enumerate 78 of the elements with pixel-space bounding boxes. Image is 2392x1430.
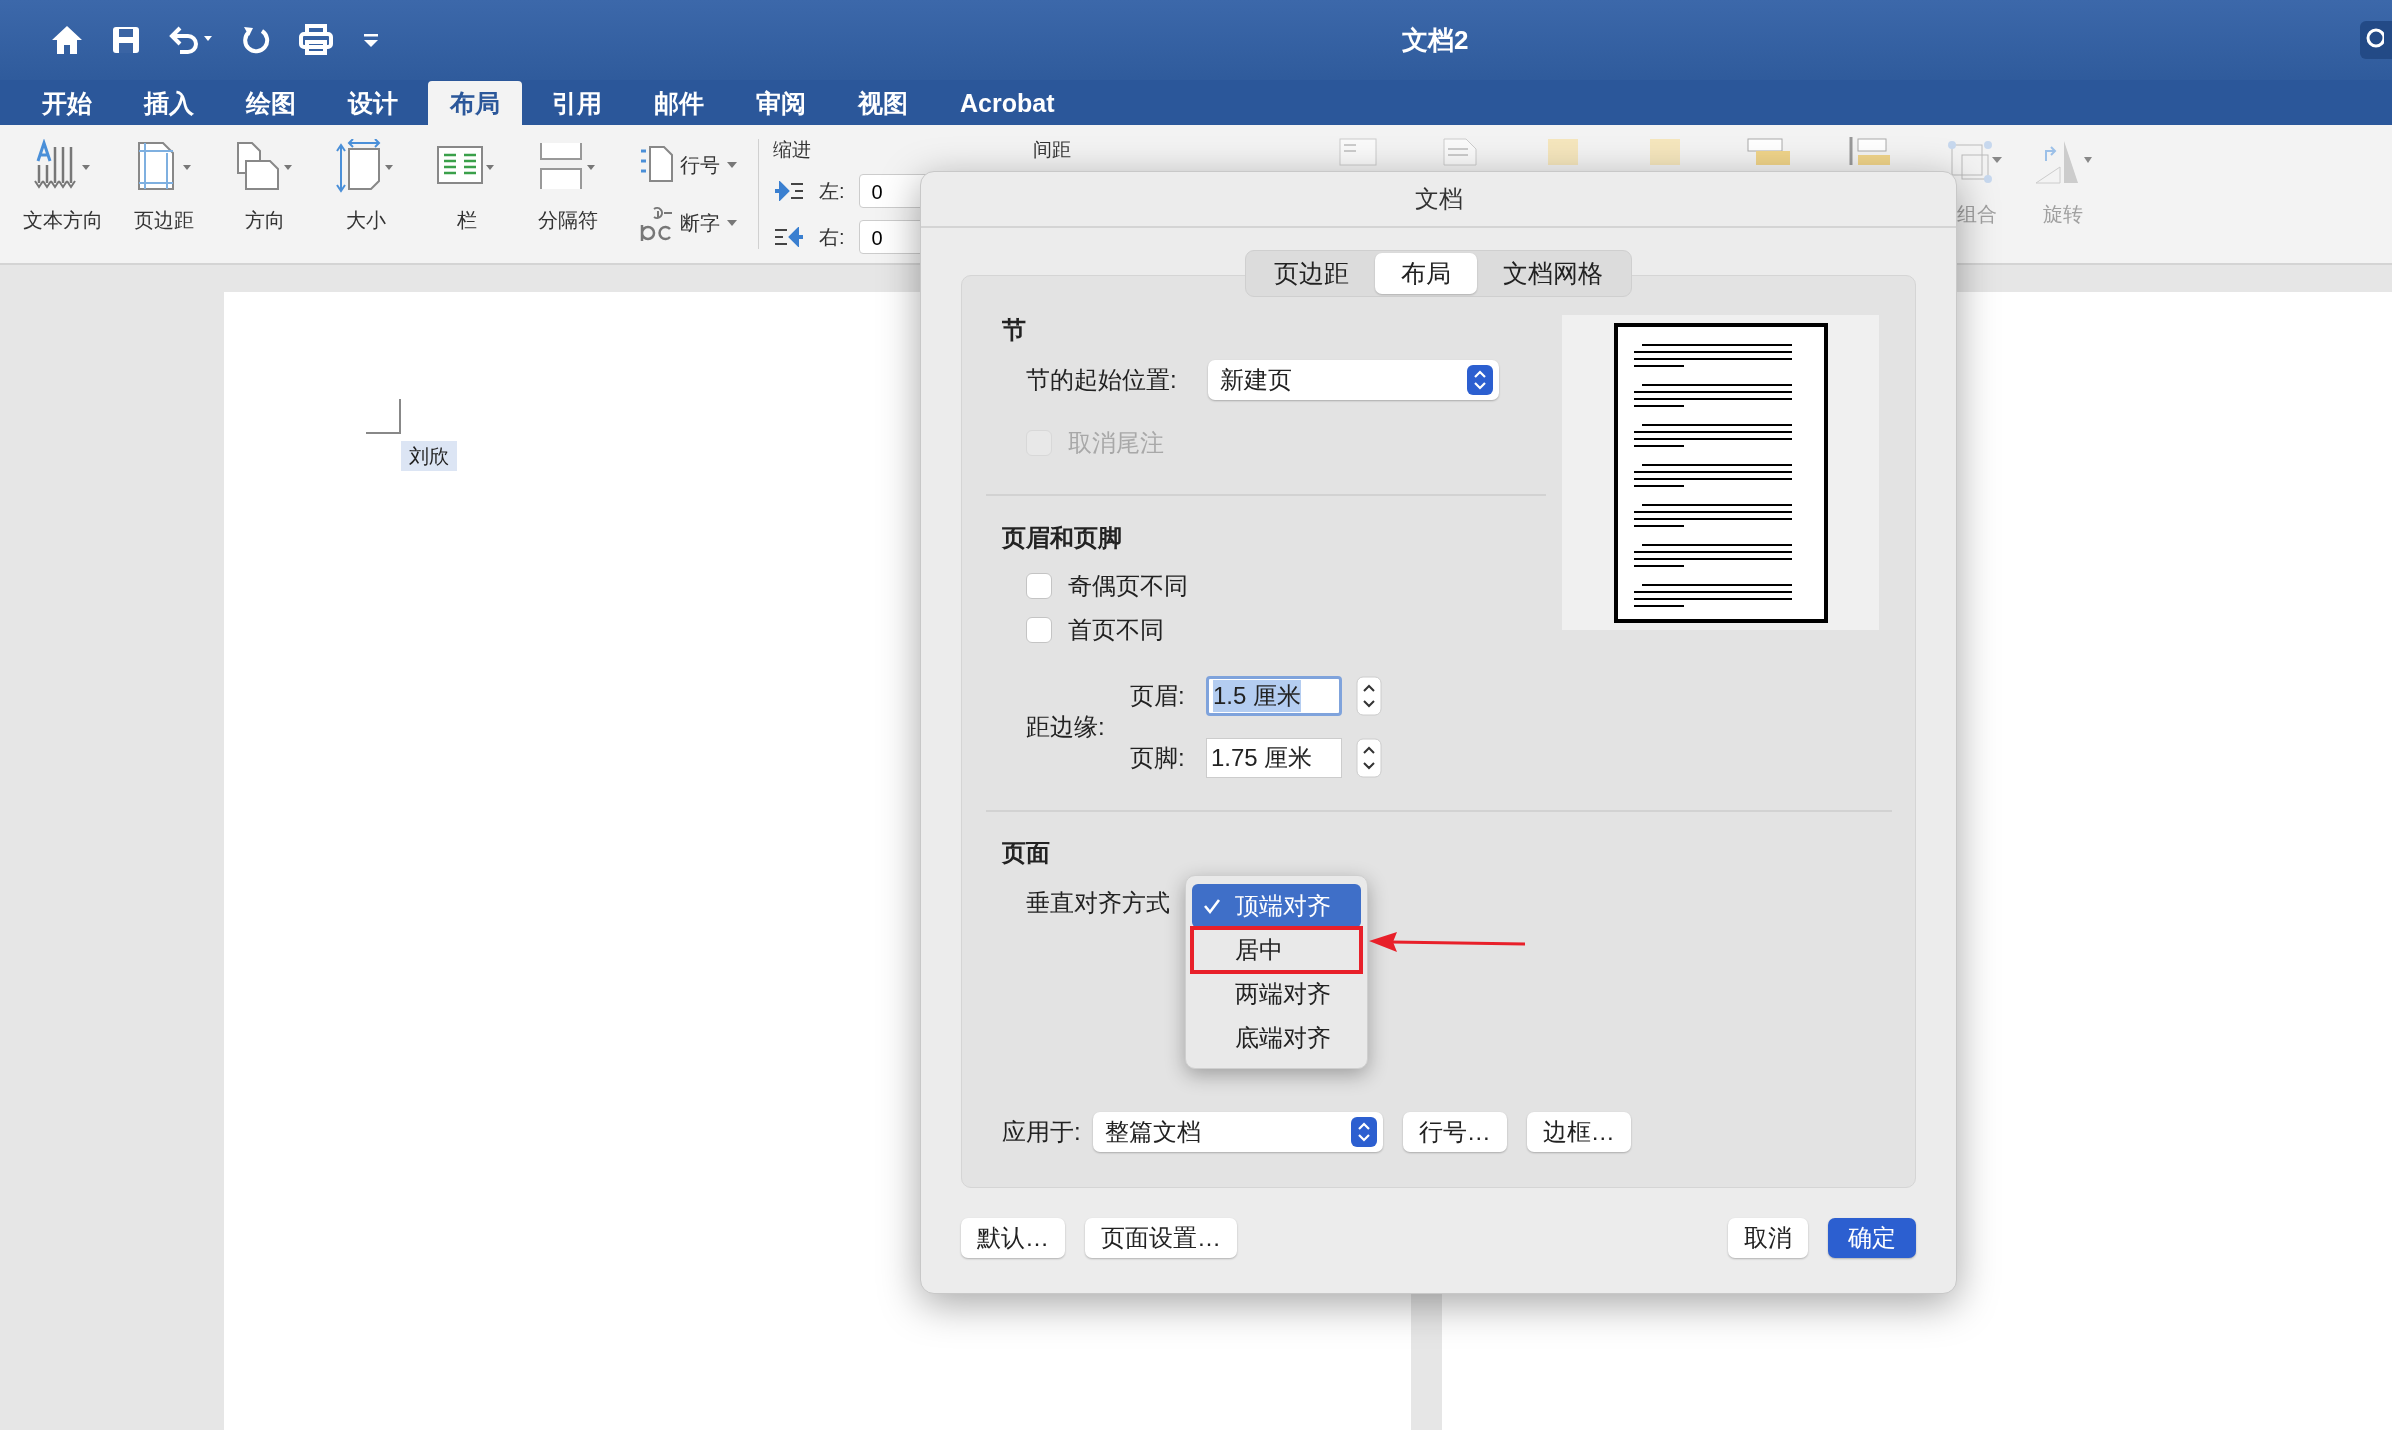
ribbon-button[interactable]: 栏 — [416, 125, 517, 263]
checkbox[interactable] — [1026, 617, 1052, 643]
field-label: 左: — [819, 178, 845, 204]
field-label: 节的起始位置: — [1026, 365, 1178, 395]
field-label: 应用于: — [1002, 1117, 1081, 1147]
ribbon-tab[interactable]: 开始 — [20, 81, 114, 125]
ribbon-button[interactable]: 方向 — [214, 125, 315, 263]
ribbon-button[interactable]: 大小 — [315, 125, 416, 263]
menu-item[interactable]: 居中 — [1192, 928, 1361, 972]
ribbon-button[interactable]: 页边距 — [113, 125, 214, 263]
home-icon — [50, 23, 84, 57]
ribbon-tab[interactable]: Acrobat — [938, 81, 1077, 125]
caret-icon — [726, 218, 738, 228]
save-button[interactable] — [110, 24, 142, 56]
indent-right-icon — [773, 227, 805, 247]
group-title: 间距 — [1033, 138, 1072, 162]
push-button[interactable]: 行号… — [1402, 1112, 1507, 1152]
print-button[interactable] — [298, 24, 334, 56]
push-button[interactable]: 默认… — [961, 1218, 1065, 1258]
selection-pane-icon — [1746, 135, 1792, 167]
push-button[interactable]: 页面设置… — [1085, 1218, 1237, 1258]
field-label: 页眉: — [1130, 681, 1186, 711]
window-title: 文档2 — [1402, 23, 1469, 57]
document-text: 刘欣 — [401, 441, 457, 471]
margin-corner-icon — [366, 399, 402, 435]
dialog-title: 文档 — [921, 172, 1956, 228]
stepper-arrows-icon — [1467, 365, 1493, 395]
field-label: 右: — [819, 224, 845, 250]
ribbon-tab[interactable]: 审阅 — [734, 81, 828, 125]
group-title: 缩进 — [773, 138, 812, 162]
number-field[interactable]: 1.5 厘米 — [1206, 676, 1342, 716]
checkbox-label: 取消尾注 — [1068, 428, 1164, 458]
stepper-arrows-icon — [1350, 1117, 1377, 1147]
checkbox-label: 奇偶页不同 — [1068, 571, 1188, 601]
push-button[interactable]: 确定 — [1828, 1218, 1916, 1258]
field-label: 垂直对齐方式 — [1026, 888, 1170, 918]
section-heading: 页眉和页脚 — [1001, 523, 1123, 553]
dropdown-field[interactable]: 整篇文档 — [1092, 1112, 1383, 1152]
stepper-icon[interactable] — [1356, 676, 1382, 716]
menu-item[interactable]: 顶端对齐 — [1192, 884, 1361, 928]
menu-item[interactable]: 底端对齐 — [1192, 1016, 1361, 1060]
search-button[interactable] — [2360, 21, 2392, 59]
ribbon-tab[interactable]: 插入 — [122, 81, 216, 125]
undo-button[interactable] — [168, 24, 214, 56]
undo-icon — [168, 24, 214, 56]
dialog-tab[interactable]: 布局 — [1375, 253, 1477, 294]
ribbon-tab[interactable]: 视图 — [836, 81, 930, 125]
indent-left-icon — [773, 181, 805, 201]
push-button[interactable]: 取消 — [1728, 1218, 1808, 1258]
caret-icon — [726, 160, 738, 170]
ribbon-tab[interactable]: 设计 — [326, 81, 420, 125]
ribbon-tab[interactable]: 引用 — [530, 81, 624, 125]
checkbox-label: 首页不同 — [1068, 615, 1164, 645]
section-heading: 节 — [1001, 315, 1027, 345]
field-label: 距边缘: — [1026, 712, 1106, 742]
print-icon — [298, 24, 334, 56]
ribbon-tab[interactable]: 布局 — [428, 81, 522, 125]
line-numbers-icon — [638, 145, 674, 185]
ribbon-button[interactable]: 行号 — [638, 145, 748, 185]
ribbon-button[interactable]: 断字 — [638, 203, 748, 243]
redo-button[interactable] — [240, 24, 272, 56]
menu-item[interactable]: 两端对齐 — [1192, 972, 1361, 1016]
push-button[interactable]: 边框… — [1526, 1112, 1631, 1152]
number-field[interactable]: 1.75 厘米 — [1206, 738, 1342, 778]
dialog-tab[interactable]: 页边距 — [1248, 253, 1375, 294]
ribbon-tab[interactable]: 绘图 — [224, 81, 318, 125]
ribbon-button[interactable]: 分隔符 — [517, 125, 618, 263]
home-button[interactable] — [50, 23, 84, 57]
redo-icon — [240, 24, 272, 56]
save-icon — [110, 24, 142, 56]
dialog-tab[interactable]: 文档网格 — [1477, 253, 1629, 294]
dropdown-field[interactable]: 新建页 — [1208, 360, 1499, 400]
checkbox[interactable] — [1026, 573, 1052, 599]
ribbon-button[interactable]: 文本方向 — [12, 125, 113, 263]
field-label: 页脚: — [1130, 743, 1186, 773]
stepper-icon[interactable] — [1356, 738, 1382, 778]
section-heading: 页面 — [1001, 838, 1051, 868]
ribbon-tab[interactable]: 邮件 — [632, 81, 726, 125]
